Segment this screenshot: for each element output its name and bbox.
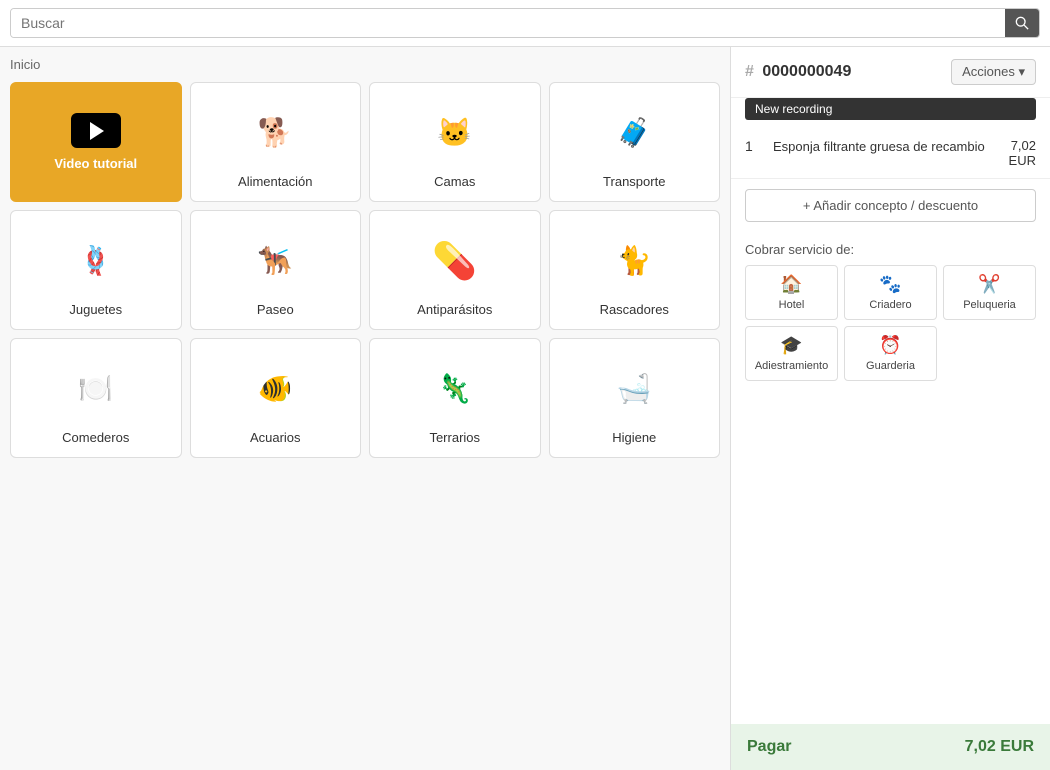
juguetes-label: Juguetes bbox=[69, 302, 122, 317]
left-panel: Inicio Video tutorial 🐕 Alimentación 🐱 C… bbox=[0, 47, 730, 770]
pay-amount: 7,02 EUR bbox=[965, 738, 1034, 756]
adiestramiento-label: Adiestramiento bbox=[755, 360, 828, 372]
order-number: # 0000000049 bbox=[745, 63, 851, 81]
service-peluqueria-button[interactable]: ✂️ Peluqueria bbox=[943, 265, 1036, 320]
rascadores-icon: 🐈 bbox=[589, 223, 679, 298]
category-alimentacion[interactable]: 🐕 Alimentación bbox=[190, 82, 362, 202]
pay-label: Pagar bbox=[747, 738, 791, 756]
terrarios-label: Terrarios bbox=[429, 430, 480, 445]
add-concept-button[interactable]: + Añadir concepto / descuento bbox=[745, 189, 1036, 222]
alimentacion-icon: 🐕 bbox=[230, 95, 320, 170]
category-terrarios[interactable]: 🦎 Terrarios bbox=[369, 338, 541, 458]
service-grid-row2: 🎓 Adiestramiento ⏰ Guarderia bbox=[731, 326, 1050, 387]
category-camas[interactable]: 🐱 Camas bbox=[369, 82, 541, 202]
item-name: Esponja filtrante gruesa de recambio bbox=[773, 138, 999, 156]
category-comederos[interactable]: 🍽️ Comederos bbox=[10, 338, 182, 458]
search-input[interactable] bbox=[11, 9, 1005, 37]
juguetes-icon: 🪢 bbox=[51, 223, 141, 298]
search-box bbox=[10, 8, 1040, 38]
hash-symbol: # bbox=[745, 63, 754, 80]
hotel-icon: 🏠 bbox=[780, 274, 802, 295]
paseo-icon: 🐕‍🦺 bbox=[230, 223, 320, 298]
category-rascadores[interactable]: 🐈 Rascadores bbox=[549, 210, 721, 330]
category-higiene[interactable]: 🛁 Higiene bbox=[549, 338, 721, 458]
peluqueria-label: Peluqueria bbox=[963, 299, 1016, 311]
graduation-icon: 🎓 bbox=[780, 335, 802, 356]
category-paseo[interactable]: 🐕‍🦺 Paseo bbox=[190, 210, 362, 330]
order-spacer bbox=[731, 387, 1050, 724]
category-video-tutorial[interactable]: Video tutorial bbox=[10, 82, 182, 202]
video-tutorial-label: Video tutorial bbox=[54, 156, 137, 171]
order-actions: + Añadir concepto / descuento bbox=[731, 179, 1050, 232]
terrarios-icon: 🦎 bbox=[410, 351, 500, 426]
paseo-label: Paseo bbox=[257, 302, 294, 317]
pay-footer: Pagar 7,02 EUR bbox=[731, 724, 1050, 770]
guarderia-label: Guarderia bbox=[866, 360, 915, 372]
camas-label: Camas bbox=[434, 174, 475, 189]
acuarios-label: Acuarios bbox=[250, 430, 301, 445]
search-button[interactable] bbox=[1005, 9, 1039, 37]
acciones-button[interactable]: Acciones ▾ bbox=[951, 59, 1036, 85]
criadero-icon: 🐾 bbox=[879, 274, 901, 295]
service-grid-row1: 🏠 Hotel 🐾 Criadero ✂️ Peluqueria bbox=[731, 265, 1050, 326]
order-header: # 0000000049 Acciones ▾ bbox=[731, 47, 1050, 98]
comederos-label: Comederos bbox=[62, 430, 129, 445]
item-price: 7,02EUR bbox=[1009, 138, 1036, 168]
order-item: 1 Esponja filtrante gruesa de recambio 7… bbox=[731, 128, 1050, 179]
item-quantity: 1 bbox=[745, 138, 763, 154]
search-icon bbox=[1015, 16, 1029, 30]
top-bar bbox=[0, 0, 1050, 47]
breadcrumb: Inicio bbox=[10, 57, 720, 72]
alimentacion-label: Alimentación bbox=[238, 174, 312, 189]
order-number-value: 0000000049 bbox=[762, 63, 851, 80]
category-antiparasitos[interactable]: 💊 Antiparásitos bbox=[369, 210, 541, 330]
service-guarderia-button[interactable]: ⏰ Guarderia bbox=[844, 326, 937, 381]
antiparasitos-label: Antiparásitos bbox=[417, 302, 492, 317]
camas-icon: 🐱 bbox=[410, 95, 500, 170]
transporte-icon: 🧳 bbox=[589, 95, 679, 170]
category-juguetes[interactable]: 🪢 Juguetes bbox=[10, 210, 182, 330]
cobrar-label: Cobrar servicio de: bbox=[731, 242, 1050, 257]
criadero-label: Criadero bbox=[869, 299, 911, 311]
new-recording-badge: New recording bbox=[745, 98, 1036, 120]
hotel-label: Hotel bbox=[779, 299, 805, 311]
service-hotel-button[interactable]: 🏠 Hotel bbox=[745, 265, 838, 320]
scissors-icon: ✂️ bbox=[978, 274, 1000, 295]
category-grid: Video tutorial 🐕 Alimentación 🐱 Camas 🧳 … bbox=[10, 82, 720, 458]
comederos-icon: 🍽️ bbox=[51, 351, 141, 426]
category-transporte[interactable]: 🧳 Transporte bbox=[549, 82, 721, 202]
main-area: Inicio Video tutorial 🐕 Alimentación 🐱 C… bbox=[0, 47, 1050, 770]
acuarios-icon: 🐠 bbox=[230, 351, 320, 426]
service-adiestramiento-button[interactable]: 🎓 Adiestramiento bbox=[745, 326, 838, 381]
clock-icon: ⏰ bbox=[879, 335, 901, 356]
transporte-label: Transporte bbox=[603, 174, 665, 189]
service-criadero-button[interactable]: 🐾 Criadero bbox=[844, 265, 937, 320]
rascadores-label: Rascadores bbox=[600, 302, 669, 317]
antiparasitos-icon: 💊 bbox=[410, 223, 500, 298]
higiene-icon: 🛁 bbox=[589, 351, 679, 426]
category-acuarios[interactable]: 🐠 Acuarios bbox=[190, 338, 362, 458]
play-icon bbox=[71, 113, 121, 148]
higiene-label: Higiene bbox=[612, 430, 656, 445]
right-panel: # 0000000049 Acciones ▾ New recording 1 … bbox=[730, 47, 1050, 770]
